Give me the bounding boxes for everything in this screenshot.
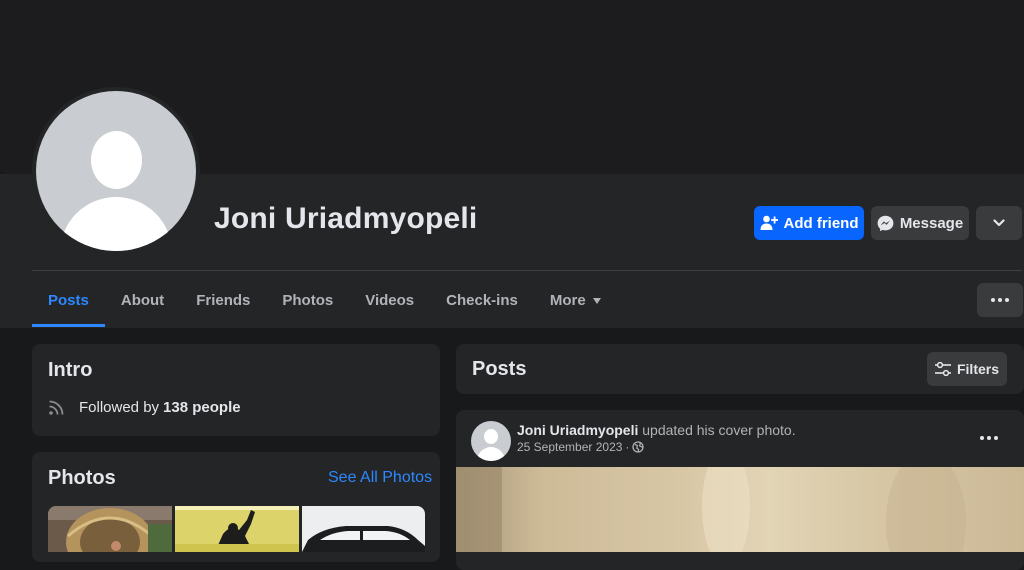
- post-headline: Joni Uriadmyopeli updated his cover phot…: [517, 422, 796, 438]
- chevron-down-icon: [993, 219, 1005, 227]
- followed-by-label: Followed by: [79, 398, 160, 416]
- profile-avatar[interactable]: [36, 91, 196, 251]
- profile-tabs: Posts About Friends Photos Videos Check-…: [32, 278, 617, 328]
- followers-row: Followed by 138 people: [48, 398, 245, 416]
- add-friend-button[interactable]: Add friend: [754, 206, 864, 240]
- post-meta: 25 September 2023 ·: [517, 440, 645, 454]
- meta-separator: ·: [625, 440, 630, 454]
- cover-photo-image[interactable]: [456, 467, 1024, 552]
- cover-photo-graphic: [456, 467, 1024, 552]
- filters-label: Filters: [956, 361, 999, 377]
- post-date[interactable]: 25 September 2023: [517, 440, 622, 454]
- tab-check-ins-label: Check-ins: [446, 292, 518, 309]
- tab-more[interactable]: More: [534, 278, 617, 324]
- avatar-placeholder-body: [60, 197, 172, 251]
- message-label: Message: [899, 214, 964, 232]
- photo-thumbnail-3[interactable]: [302, 506, 425, 552]
- photo-3-image: [302, 506, 425, 552]
- tab-photos-label: Photos: [282, 292, 334, 309]
- add-person-icon: [760, 215, 778, 230]
- tabs-overflow-button[interactable]: [977, 283, 1023, 317]
- tab-more-label: More: [549, 292, 586, 309]
- photos-title: Photos: [48, 467, 116, 489]
- post-author-name[interactable]: Joni Uriadmyopeli: [517, 422, 638, 438]
- add-friend-label: Add friend: [783, 214, 859, 232]
- followers-count[interactable]: 138 people: [163, 399, 241, 416]
- post-options-button[interactable]: [980, 436, 998, 440]
- tab-about-label: About: [120, 292, 165, 309]
- tab-friends[interactable]: Friends: [180, 278, 266, 324]
- intro-card: [32, 344, 440, 436]
- tab-friends-label: Friends: [196, 292, 251, 309]
- message-button[interactable]: Message: [871, 206, 969, 240]
- avatar-placeholder-head: [484, 429, 498, 444]
- tab-videos-label: Videos: [365, 292, 415, 309]
- caret-down-icon: [592, 298, 601, 304]
- header-divider: [32, 270, 1022, 271]
- messenger-icon: [877, 215, 894, 231]
- tab-about[interactable]: About: [105, 278, 180, 324]
- photo-thumbnail-2[interactable]: [175, 506, 299, 552]
- profile-name: Joni Uriadmyopeli: [214, 202, 478, 235]
- globe-icon: [632, 441, 645, 453]
- avatar-placeholder-body: [477, 447, 505, 461]
- photo-thumbnail-1[interactable]: [48, 506, 172, 552]
- see-all-photos-link[interactable]: See All Photos: [328, 469, 432, 487]
- intro-title: Intro: [48, 359, 93, 381]
- tab-check-ins[interactable]: Check-ins: [430, 278, 534, 324]
- tab-photos[interactable]: Photos: [266, 278, 349, 324]
- sliders-icon: [934, 362, 951, 376]
- posts-title: Posts: [472, 358, 527, 380]
- tab-posts-label: Posts: [48, 292, 89, 309]
- photo-1-image: [48, 506, 172, 552]
- tab-posts[interactable]: Posts: [32, 278, 105, 327]
- filters-button[interactable]: Filters: [927, 352, 1007, 386]
- photo-2-image: [175, 506, 299, 552]
- more-actions-button[interactable]: [976, 206, 1022, 240]
- post-action-text: updated his cover photo.: [642, 422, 796, 438]
- rss-feed-icon: [49, 400, 64, 415]
- avatar-placeholder-head: [91, 131, 142, 189]
- more-dots-icon: [980, 436, 998, 440]
- post-author-avatar[interactable]: [471, 421, 511, 461]
- more-dots-icon: [991, 298, 1009, 302]
- tab-videos[interactable]: Videos: [349, 278, 430, 324]
